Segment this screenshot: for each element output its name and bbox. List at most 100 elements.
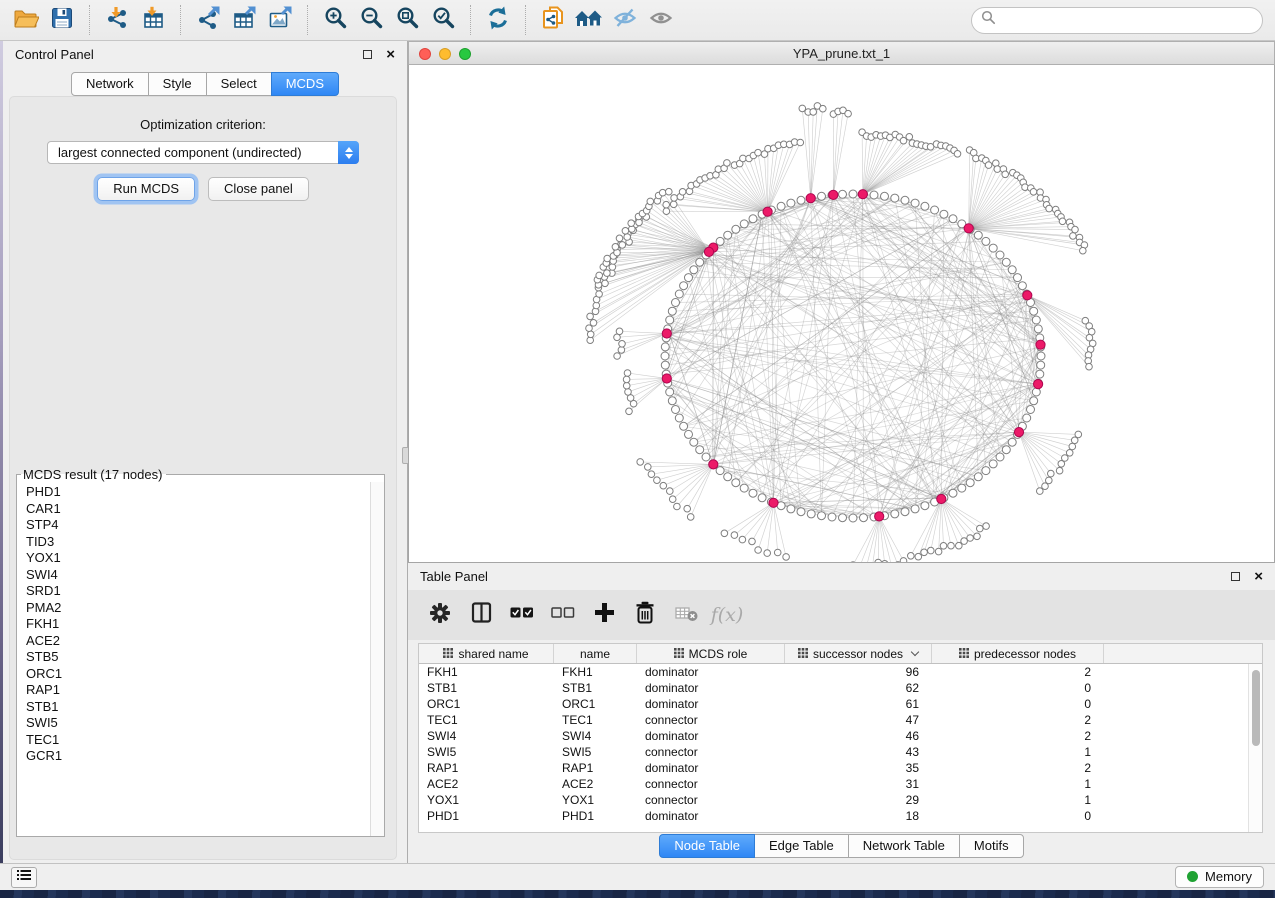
- table-row[interactable]: SWI4 SWI4 dominator 46 2: [419, 728, 1248, 744]
- mcds-result-item[interactable]: SWI4: [26, 567, 370, 584]
- table-row[interactable]: PHD1 PHD1 dominator 18 0: [419, 808, 1248, 824]
- tab-mcds[interactable]: MCDS: [271, 72, 339, 96]
- tab-motifs[interactable]: Motifs: [959, 834, 1024, 858]
- table-row[interactable]: RAP1 RAP1 dominator 35 2: [419, 760, 1248, 776]
- column-header-mcds-role[interactable]: MCDS role: [637, 644, 785, 663]
- show-columns-button[interactable]: [469, 603, 493, 627]
- mcds-result-item[interactable]: PMA2: [26, 600, 370, 617]
- cell-successor-nodes: 61: [785, 697, 932, 711]
- tab-network-table[interactable]: Network Table: [848, 834, 960, 858]
- tab-network[interactable]: Network: [71, 72, 149, 96]
- table-row[interactable]: ACE2 ACE2 connector 31 1: [419, 776, 1248, 792]
- deselect-all-button[interactable]: [551, 603, 575, 627]
- control-panel-title: Control Panel: [15, 47, 94, 62]
- zoom-out-button[interactable]: [353, 3, 389, 37]
- close-panel-icon[interactable]: ×: [1254, 569, 1263, 584]
- mcds-result-item[interactable]: SRD1: [26, 583, 370, 600]
- cell-predecessor-nodes: 2: [932, 761, 1104, 775]
- column-header-successor-nodes[interactable]: successor nodes: [785, 644, 932, 663]
- table-row[interactable]: ORC1 ORC1 dominator 61 0: [419, 696, 1248, 712]
- tab-edge-table[interactable]: Edge Table: [754, 834, 849, 858]
- mcds-result-item[interactable]: STP4: [26, 517, 370, 534]
- control-panel: Control Panel × Network Style Select MCD…: [3, 41, 407, 863]
- table-row[interactable]: TEC1 TEC1 connector 47 2: [419, 712, 1248, 728]
- mcds-list-scrollbar[interactable]: [370, 482, 384, 836]
- mcds-result-item[interactable]: TID3: [26, 534, 370, 551]
- function-builder-button[interactable]: f(x): [715, 603, 739, 627]
- mcds-result-item[interactable]: PHD1: [26, 484, 370, 501]
- column-header-name[interactable]: name: [554, 644, 637, 663]
- scrollbar-thumb[interactable]: [1252, 670, 1260, 746]
- first-neighbors-button[interactable]: [571, 3, 607, 37]
- cell-name: YOX1: [554, 793, 637, 807]
- select-all-button[interactable]: [510, 603, 534, 627]
- float-window-icon[interactable]: [1231, 572, 1240, 581]
- tab-style[interactable]: Style: [148, 72, 207, 96]
- table-header-row: shared name name MCDS role successor nod…: [419, 644, 1262, 664]
- mcds-result-item[interactable]: STB1: [26, 699, 370, 716]
- network-window-titlebar[interactable]: YPA_prune.txt_1: [408, 41, 1275, 65]
- clear-table-button[interactable]: [674, 603, 698, 627]
- create-column-button[interactable]: [592, 603, 616, 627]
- mcds-result-item[interactable]: SWI5: [26, 715, 370, 732]
- memory-button[interactable]: Memory: [1175, 866, 1264, 888]
- search-input[interactable]: [1002, 13, 1253, 28]
- cell-shared-name: SWI4: [419, 729, 554, 743]
- close-panel-button[interactable]: Close panel: [208, 177, 309, 201]
- table-row[interactable]: SWI5 SWI5 connector 43 1: [419, 744, 1248, 760]
- zoom-in-button[interactable]: [317, 3, 353, 37]
- run-mcds-button[interactable]: Run MCDS: [97, 177, 195, 201]
- mcds-result-item[interactable]: FKH1: [26, 616, 370, 633]
- desktop-wallpaper-edge: [0, 890, 1275, 898]
- export-image-button[interactable]: [262, 3, 298, 37]
- mcds-result-item[interactable]: ORC1: [26, 666, 370, 683]
- table-row[interactable]: STB1 STB1 dominator 62 0: [419, 680, 1248, 696]
- delete-column-button[interactable]: [633, 603, 657, 627]
- import-table-icon: [141, 6, 165, 35]
- column-header-shared-name[interactable]: shared name: [419, 644, 554, 663]
- mcds-result-item[interactable]: STB5: [26, 649, 370, 666]
- duplicate-network-button[interactable]: [535, 3, 571, 37]
- mcds-result-item[interactable]: GCR1: [26, 748, 370, 765]
- network-canvas[interactable]: [408, 65, 1275, 563]
- import-table-button[interactable]: [135, 3, 171, 37]
- table-row[interactable]: YOX1 YOX1 connector 29 1: [419, 792, 1248, 808]
- gear-icon: [429, 602, 451, 629]
- mcds-result-item[interactable]: TEC1: [26, 732, 370, 749]
- export-network-button[interactable]: [190, 3, 226, 37]
- save-button[interactable]: [44, 3, 80, 37]
- trash-icon: [634, 601, 656, 629]
- zoom-fit-button[interactable]: [389, 3, 425, 37]
- show-all-button[interactable]: [643, 3, 679, 37]
- refresh-button[interactable]: [480, 3, 516, 37]
- zoom-selected-button[interactable]: [425, 3, 461, 37]
- table-row[interactable]: FKH1 FKH1 dominator 96 2: [419, 664, 1248, 680]
- import-network-button[interactable]: [99, 3, 135, 37]
- float-window-icon[interactable]: [363, 50, 372, 59]
- tab-node-table[interactable]: Node Table: [659, 834, 755, 858]
- table-scrollbar[interactable]: [1248, 664, 1262, 832]
- criterion-selected-value: largest connected component (undirected): [58, 145, 302, 160]
- column-header-predecessor-nodes[interactable]: predecessor nodes: [932, 644, 1104, 663]
- criterion-select[interactable]: largest connected component (undirected): [47, 141, 359, 164]
- search-box: [971, 7, 1263, 34]
- mcds-result-item[interactable]: RAP1: [26, 682, 370, 699]
- mcds-result-item[interactable]: YOX1: [26, 550, 370, 567]
- maximize-window-icon[interactable]: [459, 48, 471, 60]
- open-button[interactable]: [8, 3, 44, 37]
- cell-shared-name: PHD1: [419, 809, 554, 823]
- task-history-button[interactable]: [11, 867, 37, 888]
- tab-select[interactable]: Select: [206, 72, 272, 96]
- table-panel-title: Table Panel: [420, 569, 488, 584]
- mcds-result-item[interactable]: ACE2: [26, 633, 370, 650]
- hide-selected-button[interactable]: [607, 3, 643, 37]
- minimize-window-icon[interactable]: [439, 48, 451, 60]
- close-panel-icon[interactable]: ×: [386, 47, 395, 62]
- table-settings-button[interactable]: [428, 603, 452, 627]
- cell-predecessor-nodes: 0: [932, 809, 1104, 823]
- export-table-button[interactable]: [226, 3, 262, 37]
- application-window: Control Panel × Network Style Select MCD…: [0, 0, 1275, 898]
- cell-successor-nodes: 46: [785, 729, 932, 743]
- mcds-result-item[interactable]: CAR1: [26, 501, 370, 518]
- close-window-icon[interactable]: [419, 48, 431, 60]
